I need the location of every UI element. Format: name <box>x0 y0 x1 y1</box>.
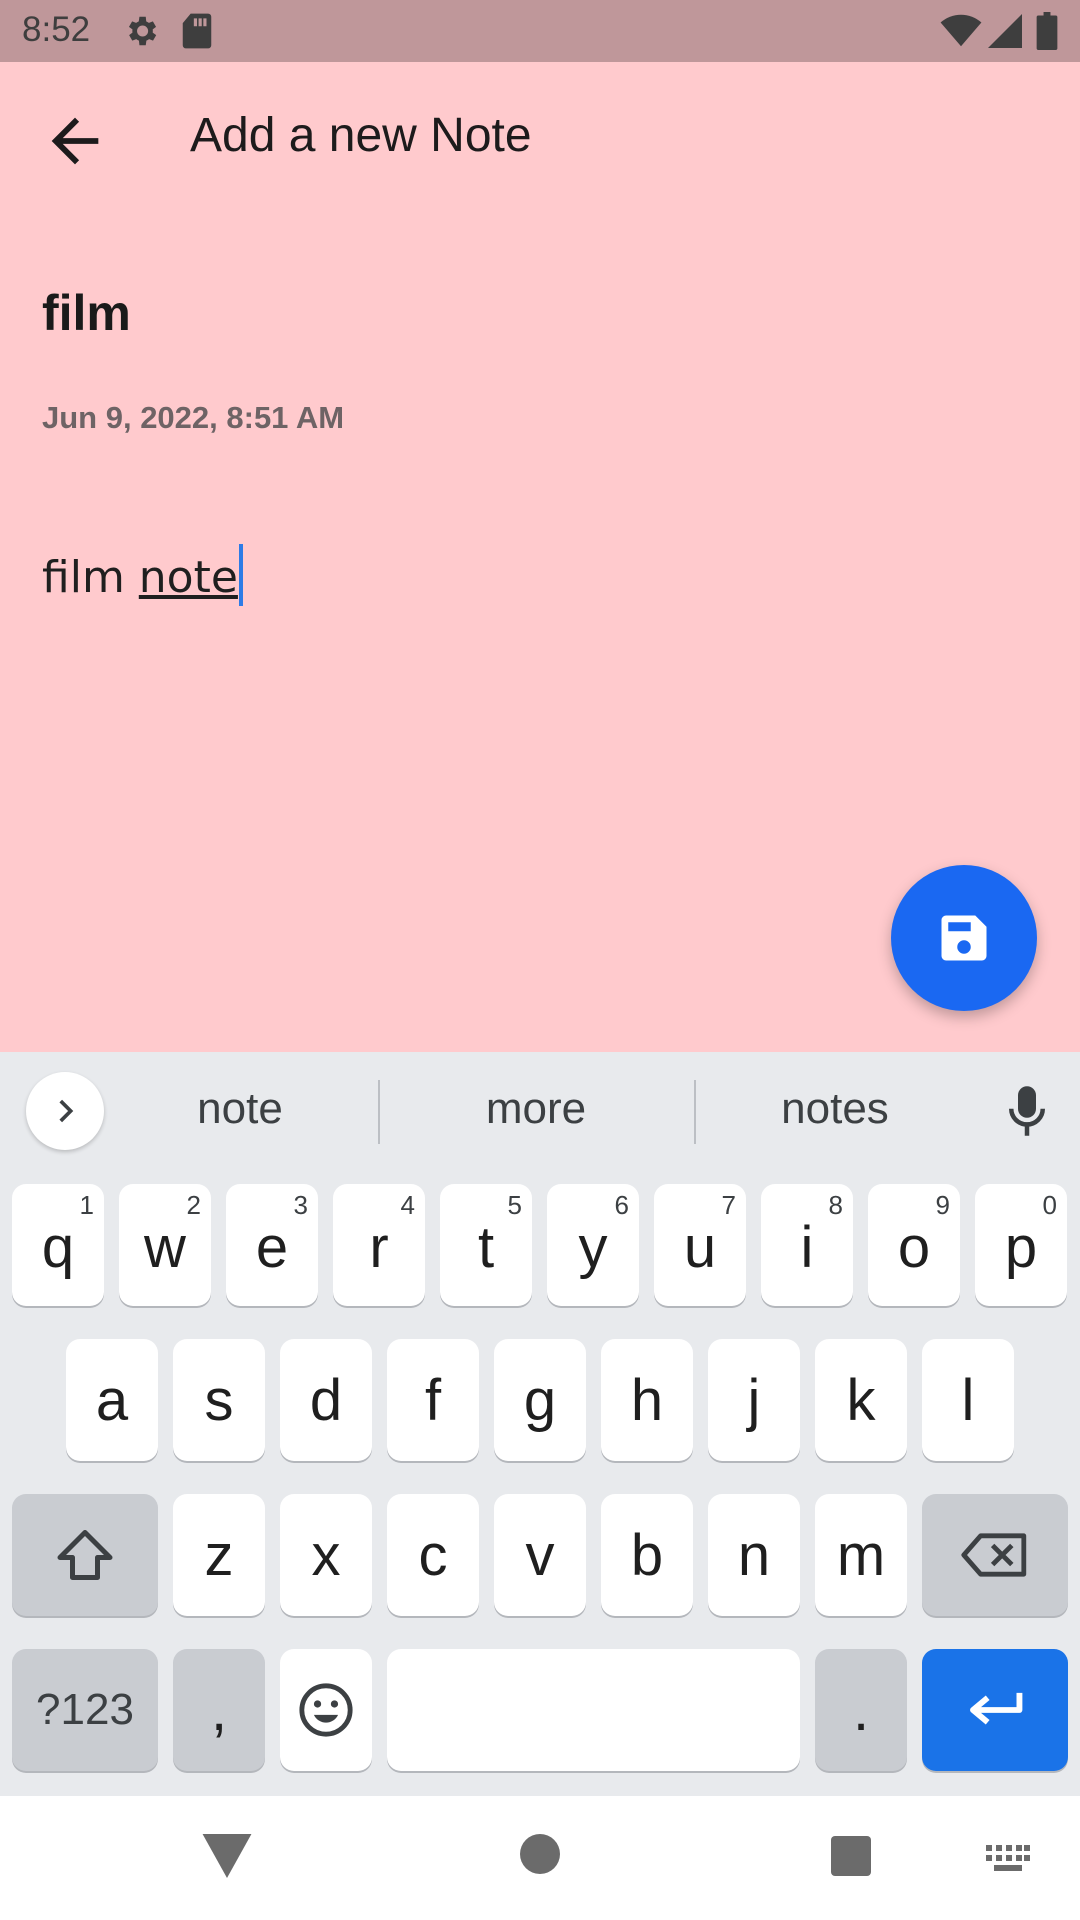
note-date: Jun 9, 2022, 8:51 AM <box>42 400 345 435</box>
suggestion-3[interactable]: notes <box>735 1084 935 1134</box>
key-l[interactable]: l <box>922 1339 1014 1461</box>
signal-icon <box>988 14 1022 53</box>
key-t[interactable]: t5 <box>440 1184 532 1306</box>
key-d[interactable]: d <box>280 1339 372 1461</box>
note-body-field[interactable]: film note <box>42 544 243 606</box>
backspace-icon <box>961 1533 1027 1577</box>
note-body-text: film <box>42 552 139 603</box>
note-editor: Add a new Note film Jun 9, 2022, 8:51 AM… <box>0 62 1080 1052</box>
home-nav-button[interactable] <box>520 1834 560 1879</box>
settings-icon <box>122 12 160 55</box>
battery-icon <box>1036 12 1058 55</box>
key-n[interactable]: n <box>708 1494 800 1616</box>
key-c[interactable]: c <box>387 1494 479 1616</box>
suggestion-1[interactable]: note <box>140 1084 340 1134</box>
home-circle-icon <box>520 1834 560 1874</box>
recents-nav-button[interactable] <box>831 1836 871 1881</box>
key-v[interactable]: v <box>494 1494 586 1616</box>
suggestions-expand-button[interactable] <box>26 1072 104 1150</box>
triangle-back-icon <box>202 1834 252 1878</box>
status-bar: 8:52 <box>0 0 1080 62</box>
key-a[interactable]: a <box>66 1339 158 1461</box>
note-title-field[interactable]: film <box>42 284 131 342</box>
backspace-key[interactable] <box>922 1494 1068 1616</box>
enter-key[interactable] <box>922 1649 1068 1771</box>
emoji-icon <box>299 1683 353 1737</box>
key-x[interactable]: x <box>280 1494 372 1616</box>
note-body-composing-text: note <box>138 552 238 603</box>
page-title: Add a new Note <box>190 109 532 162</box>
soft-keyboard: note more notes q1 w2 e3 r4 t5 y6 u7 i8 … <box>0 1052 1080 1796</box>
key-r[interactable]: r4 <box>333 1184 425 1306</box>
sd-card-icon <box>180 12 214 55</box>
key-o[interactable]: o9 <box>868 1184 960 1306</box>
status-time: 8:52 <box>22 10 91 49</box>
keyboard-icon <box>986 1845 1030 1871</box>
back-nav-button[interactable] <box>202 1834 252 1883</box>
shift-icon <box>57 1530 113 1580</box>
key-w[interactable]: w2 <box>119 1184 211 1306</box>
space-key[interactable] <box>387 1649 800 1771</box>
chevron-right-icon <box>59 1099 74 1123</box>
text-cursor <box>238 544 243 606</box>
key-b[interactable]: b <box>601 1494 693 1616</box>
save-icon <box>941 915 987 961</box>
key-u[interactable]: u7 <box>654 1184 746 1306</box>
key-m[interactable]: m <box>815 1494 907 1616</box>
voice-input-button[interactable] <box>1005 1084 1049 1143</box>
emoji-key[interactable] <box>280 1649 372 1771</box>
wifi-icon <box>940 14 982 53</box>
key-q[interactable]: q1 <box>12 1184 104 1306</box>
suggestion-divider <box>694 1080 696 1144</box>
back-button[interactable] <box>40 106 110 176</box>
key-i[interactable]: i8 <box>761 1184 853 1306</box>
shift-key[interactable] <box>12 1494 158 1616</box>
key-f[interactable]: f <box>387 1339 479 1461</box>
key-j[interactable]: j <box>708 1339 800 1461</box>
arrow-back-icon <box>51 117 99 165</box>
symbols-key[interactable]: ?123 <box>12 1649 158 1771</box>
period-key[interactable]: . <box>815 1649 907 1771</box>
key-h[interactable]: h <box>601 1339 693 1461</box>
key-s[interactable]: s <box>173 1339 265 1461</box>
key-p[interactable]: p0 <box>975 1184 1067 1306</box>
key-k[interactable]: k <box>815 1339 907 1461</box>
navigation-bar <box>0 1796 1080 1920</box>
enter-icon <box>970 1692 1023 1725</box>
keyboard-switch-button[interactable] <box>986 1844 1030 1879</box>
comma-key[interactable]: , <box>173 1649 265 1771</box>
microphone-icon <box>1009 1086 1045 1136</box>
square-recents-icon <box>831 1836 871 1876</box>
suggestion-2[interactable]: more <box>436 1084 636 1134</box>
suggestion-divider <box>378 1080 380 1144</box>
save-button[interactable] <box>891 865 1037 1011</box>
key-z[interactable]: z <box>173 1494 265 1616</box>
key-y[interactable]: y6 <box>547 1184 639 1306</box>
key-e[interactable]: e3 <box>226 1184 318 1306</box>
key-g[interactable]: g <box>494 1339 586 1461</box>
